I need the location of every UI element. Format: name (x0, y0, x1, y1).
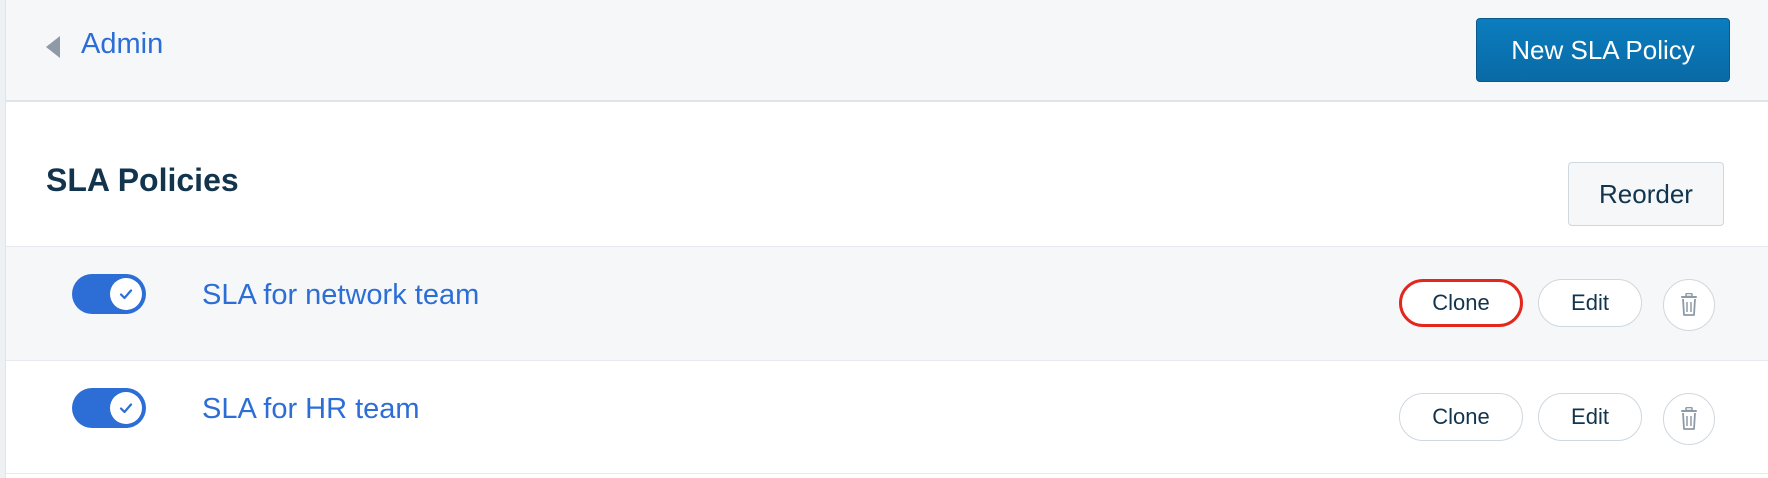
policy-enabled-toggle[interactable] (72, 388, 146, 428)
breadcrumb-admin-link[interactable]: Admin (81, 28, 163, 61)
trash-icon (1681, 293, 1697, 316)
trash-icon (1681, 407, 1697, 430)
page-title: SLA Policies (46, 162, 239, 198)
clone-button[interactable]: Clone (1399, 393, 1523, 441)
new-sla-policy-button[interactable]: New SLA Policy (1476, 18, 1730, 82)
policy-name-link[interactable]: SLA for HR team (202, 393, 420, 426)
edit-button[interactable]: Edit (1538, 393, 1642, 441)
policy-enabled-toggle[interactable] (72, 274, 146, 314)
policy-name-link[interactable]: SLA for network team (202, 279, 479, 312)
edit-button[interactable]: Edit (1538, 279, 1642, 327)
policy-row: SLA for network team Clone Edit (6, 246, 1768, 360)
top-header-bar: Admin New SLA Policy (6, 0, 1768, 102)
check-icon (110, 392, 142, 424)
delete-button[interactable] (1663, 279, 1715, 331)
check-icon (110, 278, 142, 310)
reorder-button[interactable]: Reorder (1568, 162, 1724, 226)
caret-left-icon[interactable] (46, 36, 60, 58)
clone-button[interactable]: Clone (1399, 279, 1523, 327)
delete-button[interactable] (1663, 393, 1715, 445)
policy-row: SLA for HR team Clone Edit (6, 360, 1768, 474)
